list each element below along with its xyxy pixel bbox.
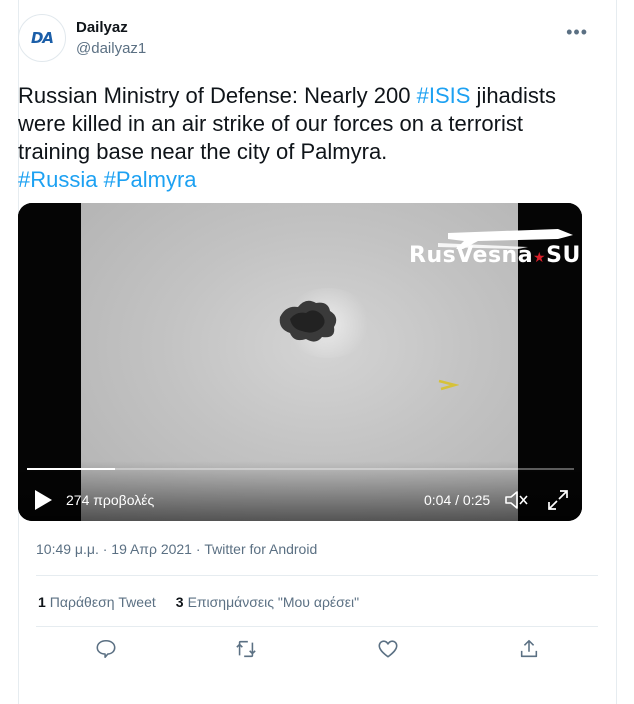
user-handle[interactable]: @dailyaz1 xyxy=(76,40,146,57)
tweet-text: Russian Ministry of Defense: Nearly 200 … xyxy=(18,82,583,194)
share-icon xyxy=(520,639,538,658)
watermark-text: RusVesna★SU xyxy=(409,243,581,268)
play-icon[interactable] xyxy=(33,489,53,511)
retweet-icon xyxy=(236,640,256,658)
video-player[interactable]: RusVesna★SU 274 προβολές 0:04 / 0:25 xyxy=(18,203,582,521)
avatar-logo: DA xyxy=(30,29,54,47)
reply-button[interactable] xyxy=(95,638,119,662)
divider xyxy=(36,575,598,576)
likes-count: 3 xyxy=(175,594,184,610)
watermark-star: ★ xyxy=(533,250,547,266)
share-button[interactable] xyxy=(518,638,542,662)
video-time: 0:04 / 0:25 xyxy=(424,492,491,508)
display-name[interactable]: Dailyaz xyxy=(76,19,128,36)
tweet-text-part: Russian Ministry of Defense: Nearly 200 xyxy=(18,83,417,108)
explosion-smoke xyxy=(279,300,337,342)
mute-icon[interactable] xyxy=(504,489,528,511)
quote-tweets-stat[interactable]: 1 Παράθεση Tweet xyxy=(38,594,156,610)
tracer-mark xyxy=(438,379,459,391)
watermark-domain: SU xyxy=(546,243,581,268)
fullscreen-icon[interactable] xyxy=(547,489,569,511)
reply-icon xyxy=(96,639,116,659)
hashtag-palmyra[interactable]: #Palmyra xyxy=(104,167,197,192)
tweet-stats: 1 Παράθεση Tweet 3 Επισημάνσεις "Μου αρέσε… xyxy=(38,594,359,610)
likes-stat[interactable]: 3 Επισημάνσεις "Μου αρέσει" xyxy=(176,594,359,610)
watermark-word: RusVesna xyxy=(409,243,534,268)
tweet-header: DA Dailyaz @dailyaz1 ••• xyxy=(18,14,588,66)
avatar[interactable]: DA xyxy=(18,14,66,62)
like-button[interactable] xyxy=(377,638,401,662)
hashtag-russia[interactable]: #Russia xyxy=(18,167,97,192)
video-progress-fill xyxy=(27,468,115,470)
video-controls xyxy=(18,461,582,521)
video-progress-bar[interactable] xyxy=(27,468,574,470)
likes-label: Επισημάνσεις "Μου αρέσει" xyxy=(187,594,360,610)
like-icon xyxy=(378,640,398,658)
more-icon[interactable]: ••• xyxy=(566,22,588,43)
quote-count: 1 xyxy=(38,594,46,610)
view-count: 274 προβολές xyxy=(66,492,155,508)
hashtag-isis[interactable]: #ISIS xyxy=(417,83,471,108)
tweet-timestamp[interactable]: 10:49 μ.μ. · 19 Απρ 2021 · Twitter for A… xyxy=(36,541,317,557)
retweet-button[interactable] xyxy=(235,638,259,662)
divider xyxy=(36,626,598,627)
quote-label: Παράθεση Tweet xyxy=(49,594,156,610)
tweet-actions xyxy=(36,638,598,666)
